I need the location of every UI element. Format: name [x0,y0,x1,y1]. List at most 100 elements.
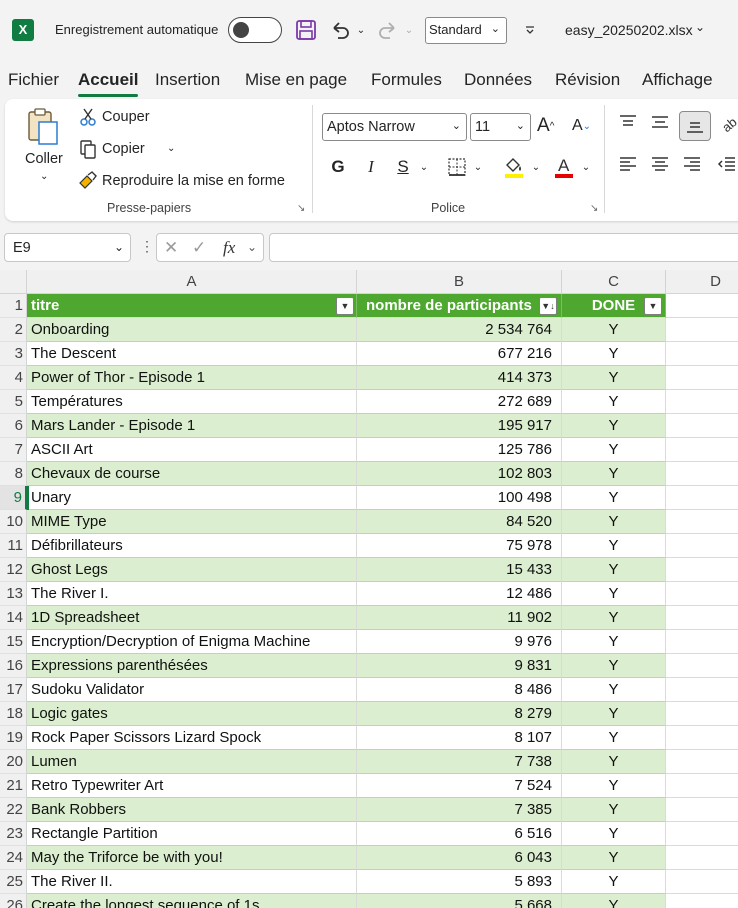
row-header[interactable]: 14 [0,606,27,630]
row-header[interactable]: 22 [0,798,27,822]
table-cell-a[interactable]: Rock Paper Scissors Lizard Spock [27,726,357,750]
chevron-down-icon[interactable]: ⌄ [247,240,257,254]
name-box[interactable]: E9 ⌄ [4,233,131,262]
table-cell-b[interactable]: 7 524 [357,774,562,798]
table-cell-b[interactable]: 75 978 [357,534,562,558]
row-header[interactable]: 8 [0,462,27,486]
dialog-launcher-icon[interactable]: ↘ [590,203,598,214]
tab-revision[interactable]: Révision [555,70,620,90]
row-header[interactable]: 2 [0,318,27,342]
table-cell-d[interactable] [666,582,738,606]
align-left-icon[interactable] [618,155,642,173]
italic-button[interactable]: I [361,153,381,181]
table-cell-d[interactable] [666,894,738,908]
table-cell-c[interactable]: Y [562,726,666,750]
redo-dropdown-chevron-icon[interactable]: ⌄ [402,16,416,44]
align-bottom-icon[interactable] [679,111,711,141]
column-header-c[interactable]: C [562,270,666,294]
table-cell-a[interactable]: Lumen [27,750,357,774]
paste-icon[interactable] [25,105,67,147]
row-header[interactable]: 25 [0,870,27,894]
table-cell-d[interactable] [666,870,738,894]
table-cell-a[interactable]: The River I. [27,582,357,606]
table-cell-c[interactable]: Y [562,894,666,908]
table-cell-d[interactable] [666,438,738,462]
table-cell-b[interactable]: 9 831 [357,654,562,678]
align-right-icon[interactable] [682,155,706,173]
table-cell-c[interactable]: Y [562,870,666,894]
table-cell-c[interactable]: Y [562,390,666,414]
table-cell-d[interactable] [666,390,738,414]
row-header[interactable]: 9 [0,486,27,510]
row-header[interactable]: 24 [0,846,27,870]
table-cell-c[interactable]: Y [562,438,666,462]
insert-function-icon[interactable]: fx [223,238,235,258]
table-cell-a[interactable]: Expressions parenthésées [27,654,357,678]
table-cell-b[interactable]: 8 107 [357,726,562,750]
table-cell-c[interactable]: Y [562,462,666,486]
column-header-b[interactable]: B [357,270,562,294]
table-cell-c[interactable]: Y [562,654,666,678]
table-cell-b[interactable]: 272 689 [357,390,562,414]
table-cell-d[interactable] [666,750,738,774]
table-cell-c[interactable]: Y [562,366,666,390]
table-cell-a[interactable]: May the Triforce be with you! [27,846,357,870]
table-cell-b[interactable]: 12 486 [357,582,562,606]
autosave-toggle[interactable] [228,17,282,43]
copy-dropdown-chevron-icon[interactable]: ⌄ [167,143,175,154]
row-header[interactable]: 12 [0,558,27,582]
table-cell-a[interactable]: Ghost Legs [27,558,357,582]
table-cell-b[interactable]: 6 043 [357,846,562,870]
dialog-launcher-icon[interactable]: ↘ [297,203,305,214]
underline-dropdown-chevron-icon[interactable]: ⌄ [417,153,431,181]
table-cell-a[interactable]: The Descent [27,342,357,366]
file-name[interactable]: easy_20250202.xlsx [565,22,693,38]
table-cell-d[interactable] [666,342,738,366]
tab-accueil[interactable]: Accueil [78,70,139,97]
row-header[interactable]: 7 [0,438,27,462]
font-color-icon[interactable]: A [551,153,577,181]
table-cell-b[interactable]: 8 486 [357,678,562,702]
table-cell-c[interactable]: Y [562,702,666,726]
table-cell-a[interactable]: The River II. [27,870,357,894]
row-header[interactable]: 6 [0,414,27,438]
table-cell-d[interactable] [666,510,738,534]
row-header[interactable]: 10 [0,510,27,534]
table-cell-b[interactable]: 414 373 [357,366,562,390]
row-header[interactable]: 3 [0,342,27,366]
decrease-font-size-icon[interactable]: A ⌄ [572,117,591,135]
table-cell-c[interactable]: Y [562,534,666,558]
cell-d1[interactable] [666,294,738,318]
table-cell-b[interactable]: 100 498 [357,486,562,510]
table-cell-b[interactable]: 2 534 764 [357,318,562,342]
table-cell-a[interactable]: Encryption/Decryption of Enigma Machine [27,630,357,654]
row-header[interactable]: 1 [0,294,27,318]
chevron-down-icon[interactable]: ⌄ [695,20,705,34]
table-header-participants[interactable]: nombre de participants ▼↓ [357,294,562,318]
tab-affichage[interactable]: Affichage [642,70,713,90]
table-cell-d[interactable] [666,486,738,510]
table-cell-a[interactable]: Onboarding [27,318,357,342]
table-cell-d[interactable] [666,822,738,846]
table-cell-d[interactable] [666,702,738,726]
table-cell-a[interactable]: Défibrillateurs [27,534,357,558]
column-header-a[interactable]: A [27,270,357,294]
table-cell-d[interactable] [666,630,738,654]
paste-dropdown-chevron-icon[interactable]: ⌄ [40,171,48,182]
font-name-select[interactable]: Aptos Narrow ⌄ [322,113,467,141]
formula-input[interactable] [269,233,738,262]
table-cell-a[interactable]: MIME Type [27,510,357,534]
align-top-icon[interactable] [618,113,642,131]
row-header[interactable]: 11 [0,534,27,558]
tab-donnees[interactable]: Données [464,70,532,90]
table-cell-c[interactable]: Y [562,606,666,630]
more-options-icon[interactable]: ⋮ [140,238,154,255]
tab-formules[interactable]: Formules [371,70,442,90]
table-cell-b[interactable]: 7 385 [357,798,562,822]
fill-color-dropdown-chevron-icon[interactable]: ⌄ [529,153,543,181]
row-header[interactable]: 23 [0,822,27,846]
table-header-done[interactable]: DONE ▼ [562,294,666,318]
row-header[interactable]: 15 [0,630,27,654]
scissors-icon[interactable] [79,107,99,127]
cancel-icon[interactable]: ✕ [164,238,178,258]
